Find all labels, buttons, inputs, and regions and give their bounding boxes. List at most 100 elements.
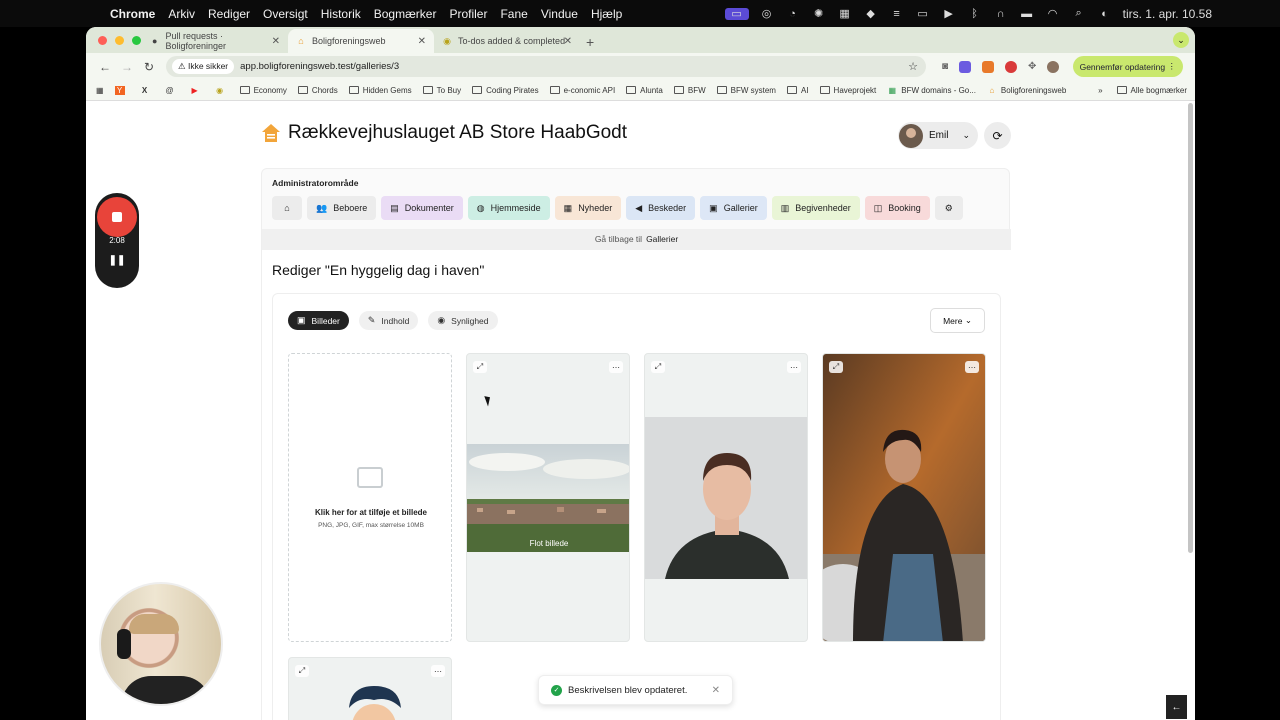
clock[interactable]: tirs. 1. apr. 10.58 [1123,7,1212,21]
browser-tab[interactable]: ◉ To-dos added & completed ✕ [434,29,580,53]
menu-item[interactable]: Historik [321,7,361,21]
expand-icon[interactable]: ⤢ [651,361,665,373]
expand-icon[interactable]: ⤢ [473,361,487,373]
expand-icon[interactable]: ⤢ [295,665,309,677]
profile-avatar[interactable] [1047,60,1060,73]
bookmark[interactable]: @ [165,86,179,95]
menu-item[interactable]: Oversigt [263,7,308,21]
bookmark-star-icon[interactable]: ☆ [908,60,918,73]
tab-synlighed[interactable]: ◉ Synlighed [428,311,498,330]
more-options-icon[interactable]: ⋯ [965,361,979,373]
tab-billeder[interactable]: ▣ Billeder [288,311,349,330]
browser-tab[interactable]: ● Pull requests · Boligforeninger ✕ [142,29,288,53]
image-card[interactable]: ⤢ ⋯ [288,657,452,720]
image-card[interactable]: ⤢ ⋯ Flot billede [466,353,630,642]
more-options-icon[interactable]: ⋯ [787,361,801,373]
image-card[interactable]: ⤢ ⋯ [822,353,986,642]
rss-icon[interactable] [982,60,995,73]
update-button[interactable]: Gennemfør opdatering ⋮ [1072,56,1183,77]
nav-gallerier[interactable]: ▣ Gallerier [700,196,767,220]
puzzle-icon[interactable]: ✥ [1028,61,1036,72]
menu-item[interactable]: Profiler [449,7,487,21]
back-link[interactable]: Gallerier [646,234,678,244]
nav-beskeder[interactable]: ◀ Beskeder [626,196,696,220]
bookmark[interactable]: X [140,86,154,95]
bookmark[interactable]: Y [114,85,129,95]
upload-dropzone[interactable]: Klik her for at tilføje et billede PNG, … [288,353,452,642]
play-icon[interactable]: ▶ [941,8,957,20]
bookmark[interactable]: ◉ [215,86,229,95]
refresh-button[interactable]: ⟳ [984,122,1011,149]
extension-icon[interactable] [959,60,972,73]
nav-nyheder[interactable]: ▦ Nyheder [554,196,622,220]
menu-item[interactable]: Hjælp [591,7,622,21]
tab-indhold[interactable]: ✎ Indhold [358,311,419,330]
status-icon[interactable]: ✺ [811,8,827,20]
close-icon[interactable]: ✕ [712,685,720,696]
more-button[interactable]: Mere ⌄ [930,308,985,333]
bookmark-folder[interactable]: Coding Pirates [472,86,539,95]
more-options-icon[interactable]: ⋯ [431,665,445,677]
nav-begivenheder[interactable]: ▥ Begivenheder [771,196,860,220]
bookmark-folder[interactable]: To Buy [422,86,461,95]
security-indicator[interactable]: ⚠ Ikke sikker [172,59,235,74]
nav-home[interactable]: ⌂ [272,196,302,220]
nav-beboere[interactable]: 👥 Beboere [307,196,377,220]
url-text[interactable]: app.boligforeningsweb.test/galleries/3 [240,61,399,72]
database-icon[interactable]: ≡ [889,8,905,20]
menu-item[interactable]: Bogmærker [374,7,437,21]
menu-item[interactable]: Vindue [541,7,578,21]
nav-hjemmeside[interactable]: ◍ Hjemmeside [467,196,550,220]
wifi-icon[interactable]: ◠ [1045,8,1061,20]
bookmark-folder[interactable]: Economy [239,86,287,95]
new-tab-icon[interactable]: + [586,34,594,50]
nav-settings[interactable]: ⚙ [934,196,963,220]
stop-recording-button[interactable] [97,197,137,237]
bookmark-folder[interactable]: AI [786,86,809,95]
bookmark-folder[interactable]: Alunta [626,86,663,95]
bookmark-folder[interactable]: BFW [673,86,706,95]
collapse-button[interactable]: ← [1166,695,1187,719]
status-icon[interactable]: ◆ [863,8,879,20]
chevron-more-icon[interactable]: » [1098,86,1102,95]
more-options-icon[interactable]: ⋯ [609,361,623,373]
bookmark-folder[interactable]: Hidden Gems [348,86,412,95]
battery-icon[interactable]: ▬ [1019,8,1035,20]
bookmark-folder[interactable]: BFW system [716,86,776,95]
camera-icon[interactable]: ◙ [942,61,948,72]
menu-item[interactable]: Fane [500,7,527,21]
control-center-icon[interactable]: ◐ [1097,8,1113,20]
forward-icon[interactable]: → [116,60,138,74]
scrollbar[interactable] [1188,103,1193,553]
menu-app-name[interactable]: Chrome [110,7,155,21]
headphones-icon[interactable]: ∩ [993,8,1009,20]
maximize-window-button[interactable] [132,36,141,45]
pause-icon[interactable]: ❚❚ [95,255,139,266]
expand-icon[interactable]: ⤢ [829,361,843,373]
bluetooth-icon[interactable]: ᛒ [967,8,983,20]
bookmark[interactable]: ▦ BFW domains - Go... [887,86,975,95]
reload-icon[interactable]: ↻ [138,60,160,74]
close-tab-icon[interactable]: ✕ [272,36,280,47]
display-icon[interactable]: ▭ [915,8,931,20]
adblock-icon[interactable] [1005,60,1018,73]
nav-booking[interactable]: ◫ Booking [864,196,930,220]
status-icon[interactable]: ◔ [785,8,801,20]
menu-item[interactable]: Arkiv [168,7,195,21]
bookmark-folder[interactable]: e-conomic API [549,86,615,95]
close-window-button[interactable] [98,36,107,45]
user-menu[interactable]: Emil ⌄ [898,122,978,149]
all-bookmarks[interactable]: Alle bogmærker [1116,86,1187,95]
address-bar[interactable]: ⚠ Ikke sikker app.boligforeningsweb.test… [166,56,926,77]
search-icon[interactable]: ⌕ [1071,7,1087,20]
screen-record-icon[interactable]: ▭ [724,7,749,20]
bookmark-folder[interactable]: Chords [297,86,338,95]
bookmark[interactable]: ⌂ Boligforeningsweb [987,86,1067,95]
close-tab-icon[interactable]: ✕ [564,36,572,47]
menu-item[interactable]: Rediger [208,7,250,21]
bookmark[interactable]: ▶ [190,86,204,95]
tab-search-icon[interactable]: ⌄ [1173,32,1189,48]
minimize-window-button[interactable] [115,36,124,45]
browser-tab-active[interactable]: ⌂ Boligforeningsweb ✕ [288,29,434,53]
status-icon[interactable]: ▦ [837,8,853,20]
